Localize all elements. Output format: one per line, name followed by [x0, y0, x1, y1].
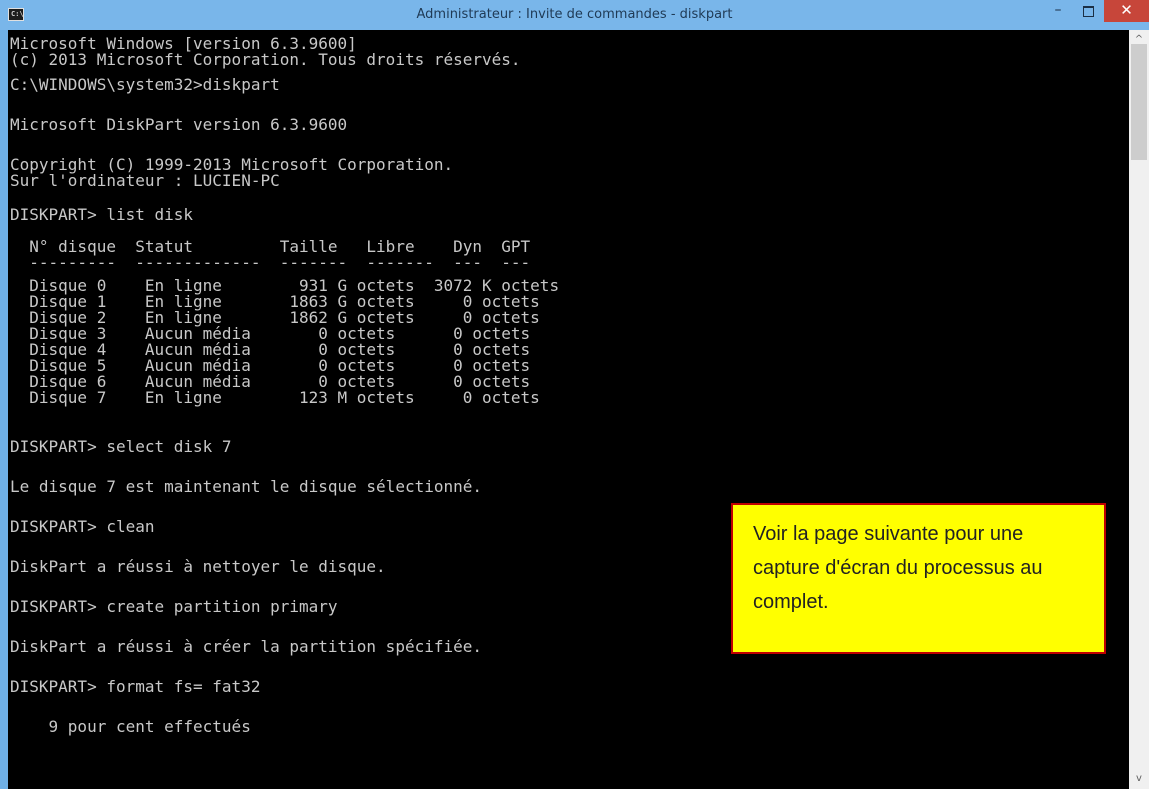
callout-text: Voir la page suivante pour une capture d… [753, 523, 1043, 613]
minimize-button[interactable]: – [1044, 0, 1072, 22]
scrollbar-thumb[interactable] [1131, 44, 1147, 160]
console-line: DiskPart a réussi à créer la partition s… [10, 637, 483, 656]
title-bar[interactable]: C:\ Administrateur : Invite de commandes… [0, 0, 1149, 30]
vertical-scrollbar[interactable]: ^ v [1129, 30, 1149, 789]
annotation-callout: Voir la page suivante pour une capture d… [731, 503, 1106, 654]
console-line: Le disque 7 est maintenant le disque sél… [10, 477, 483, 496]
console-line: DISKPART> create partition primary [10, 597, 338, 616]
console-line: DiskPart a réussi à nettoyer le disque. [10, 557, 386, 576]
console-line: DISKPART> clean [10, 517, 155, 536]
maximize-icon [1083, 6, 1094, 17]
cmd-window: C:\ Administrateur : Invite de commandes… [0, 0, 1149, 789]
close-icon: ✕ [1120, 1, 1133, 19]
window-title: Administrateur : Invite de commandes - d… [416, 7, 733, 22]
console-line: C:\WINDOWS\system32>diskpart [10, 75, 280, 94]
maximize-button[interactable] [1074, 0, 1102, 22]
close-button[interactable]: ✕ [1104, 0, 1149, 22]
console-line: 9 pour cent effectués [10, 717, 251, 736]
console-line: DISKPART> format fs= fat32 [10, 677, 261, 696]
scroll-down-icon[interactable]: v [1129, 769, 1149, 789]
console-line: Microsoft DiskPart version 6.3.9600 [10, 115, 348, 134]
console-line: DISKPART> list disk [10, 205, 194, 224]
minimize-icon: – [1054, 2, 1062, 18]
console-line: (c) 2013 Microsoft Corporation. Tous dro… [10, 50, 521, 69]
console-line: DISKPART> select disk 7 [10, 437, 232, 456]
console-output[interactable]: Microsoft Windows [version 6.3.9600] (c)… [8, 30, 1129, 789]
console-line: --------- ------------- ------- ------- … [10, 253, 531, 272]
table-row: Disque 7 En ligne 123 M octets 0 octets [10, 388, 540, 407]
console-line: Sur l'ordinateur : LUCIEN-PC [10, 171, 280, 190]
